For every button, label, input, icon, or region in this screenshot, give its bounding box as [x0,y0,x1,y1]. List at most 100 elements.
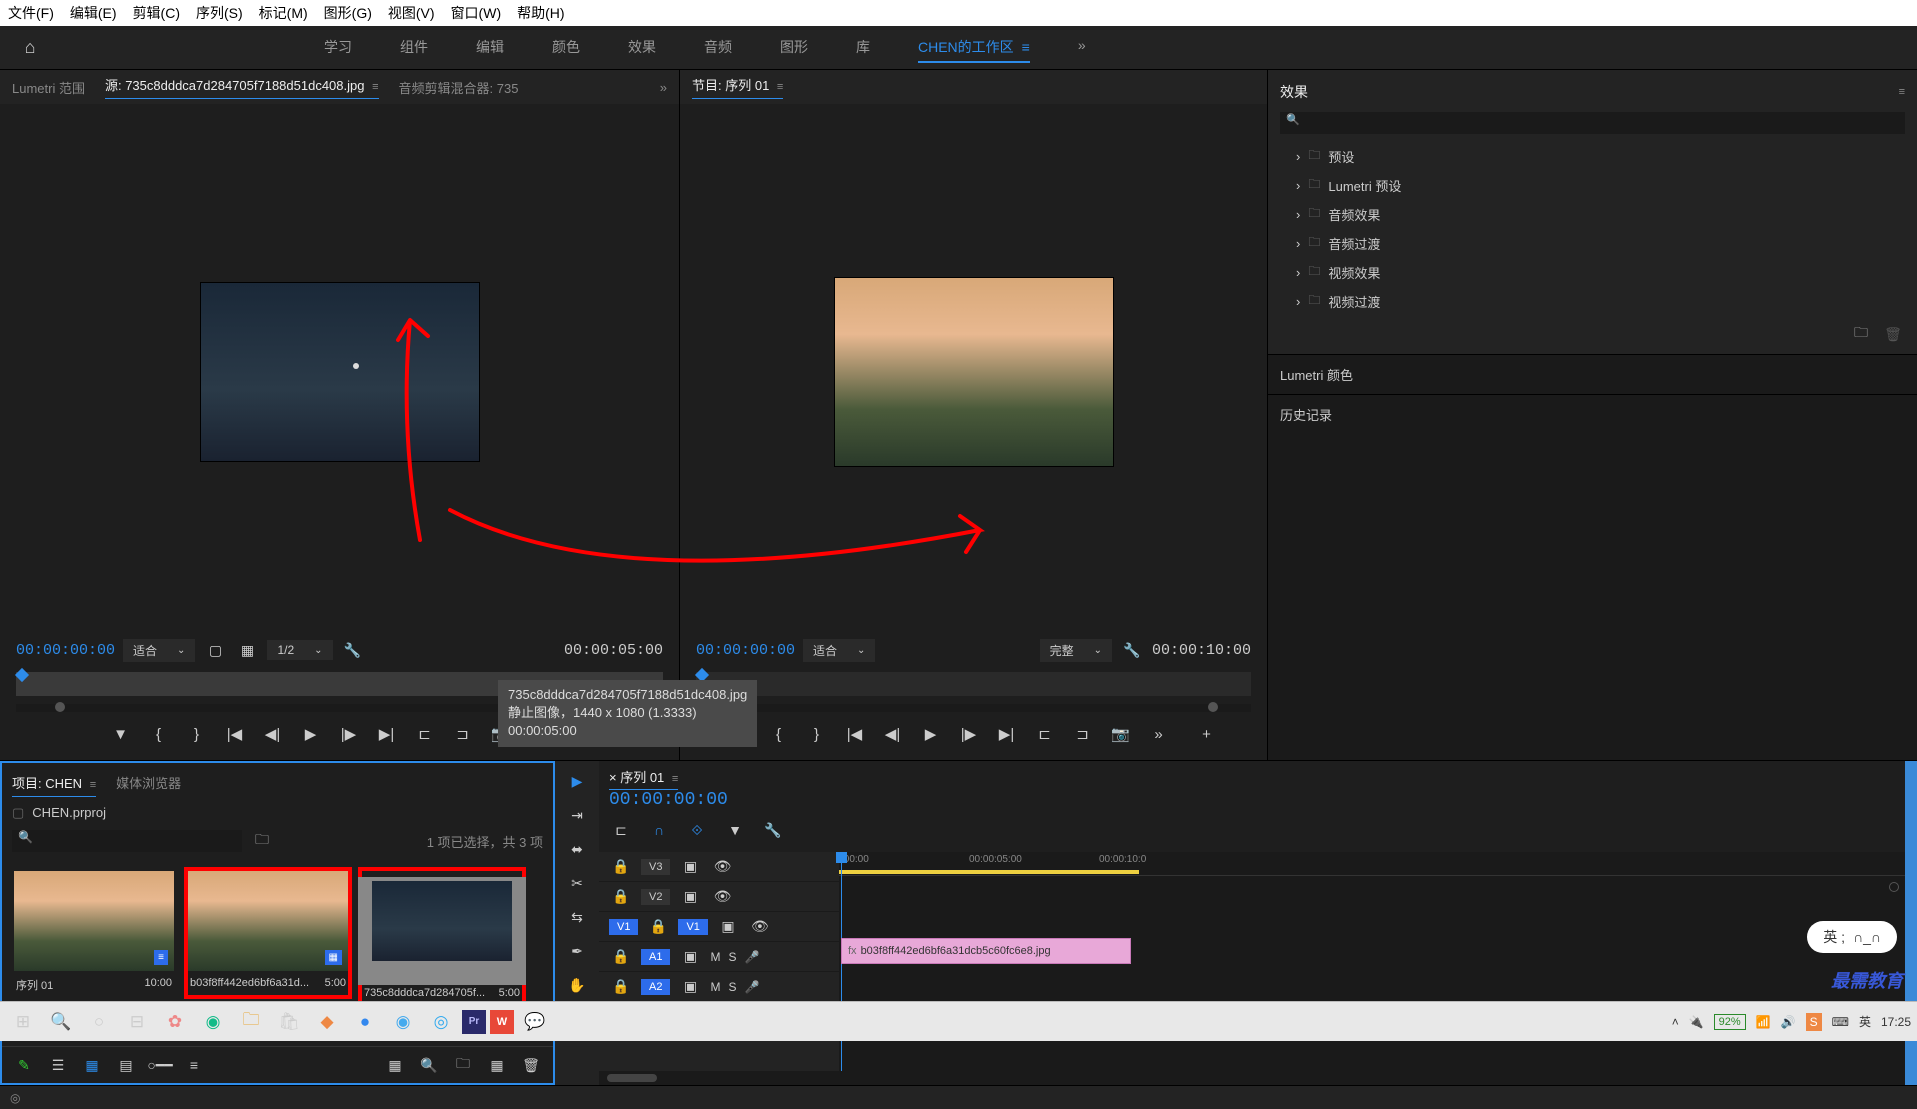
app-icon[interactable]: ✿ [158,1005,192,1039]
mark-out-icon[interactable]: } [185,722,209,746]
app-icon[interactable]: ● [348,1005,382,1039]
step-forward-icon[interactable]: |▶ [337,722,361,746]
toggle-output-icon[interactable]: ▣ [678,885,702,909]
tab-source[interactable]: 源: 735c8dddca7d284705f7188d51dc408.jpg ≡ [105,75,379,99]
list-view-icon[interactable]: ☰ [46,1053,70,1077]
tray-chevron-icon[interactable]: ˄ [1672,1015,1679,1029]
mic-icon[interactable]: 🎤 [744,950,759,964]
panel-menu-icon[interactable]: ≡ [372,81,378,93]
go-to-out-icon[interactable]: ▶| [375,722,399,746]
track-v2[interactable]: V2 [641,889,670,905]
wechat-icon[interactable]: 💬 [518,1005,552,1039]
tray-ime-icon[interactable]: S [1806,1013,1822,1031]
menu-edit[interactable]: 编辑(E) [70,3,117,23]
wrench-icon[interactable]: 🔧 [341,638,365,662]
search-icon[interactable]: 🔍 [44,1005,78,1039]
tray-input-icon[interactable]: ⌨ [1832,1015,1849,1029]
go-to-in-icon[interactable]: |◀ [223,722,247,746]
workspace-color[interactable]: 颜色 [552,33,580,63]
selection-tool-icon[interactable]: ▶ [563,769,591,793]
linked-selection-icon[interactable]: ⟐ [685,818,709,842]
effects-folder-audio-trans[interactable]: ›🗀音频过渡 [1280,229,1905,258]
premiere-icon[interactable]: Pr [462,1010,486,1034]
effects-folder-video-fx[interactable]: ›🗀视频效果 [1280,258,1905,287]
icon-view-icon[interactable]: ▦ [80,1053,104,1077]
battery-icon[interactable]: 🔌 [1689,1015,1704,1029]
workspace-custom[interactable]: CHEN的工作区≡ [918,33,1030,63]
trash-icon[interactable]: 🗑 [1881,322,1905,346]
timeline-clip[interactable]: fxb03f8ff442ed6bf6a31dcb5c60fc6e8.jpg [841,938,1131,964]
lock-icon[interactable]: 🔒 [609,855,633,879]
workspace-learn[interactable]: 学习 [324,33,352,63]
panel-menu-icon[interactable]: ≡ [1899,86,1905,98]
toggle-output-icon[interactable]: ▣ [678,975,702,999]
trash-icon[interactable]: 🗑 [519,1053,543,1077]
snap-icon[interactable]: ∩ [647,818,671,842]
nest-icon[interactable]: ⊏ [609,818,633,842]
wps-icon[interactable]: W [490,1010,514,1034]
panel-menu-icon[interactable]: ≡ [90,779,96,791]
tray-wifi-icon[interactable]: 📶 [1756,1015,1771,1029]
timeline-zoom-scrollbar[interactable] [607,1074,657,1082]
step-back-icon[interactable]: ◀| [881,722,905,746]
mute-icon[interactable]: M [710,950,720,964]
panel-menu-icon[interactable]: ≡ [777,81,783,93]
menu-graphics[interactable]: 图形(G) [324,3,372,23]
tray-volume-icon[interactable]: 🔊 [1781,1015,1796,1029]
project-search-input[interactable]: 🔍 [12,830,242,852]
program-zoom-dropdown[interactable]: 适合 [803,639,875,662]
effects-search-input[interactable] [1280,112,1905,134]
lock-icon[interactable]: 🔒 [609,975,633,999]
menu-window[interactable]: 窗口(W) [451,3,502,23]
program-zoom-bar[interactable] [696,704,1251,712]
start-icon[interactable]: ⊞ [6,1005,40,1039]
menu-file[interactable]: 文件(F) [8,3,54,23]
menu-marker[interactable]: 标记(M) [259,3,308,23]
workspace-libraries[interactable]: 库 [856,33,870,63]
lock-icon[interactable]: 🔒 [609,945,633,969]
menu-help[interactable]: 帮助(H) [517,3,564,23]
overwrite-icon[interactable]: ⊐ [451,722,475,746]
play-icon[interactable]: ▶ [919,722,943,746]
source-resolution-dropdown[interactable]: 1/2 [267,640,332,660]
ripple-tool-icon[interactable]: ⬌ [563,837,591,861]
play-icon[interactable]: ▶ [299,722,323,746]
tab-lumetri-scopes[interactable]: Lumetri 范围 [12,78,85,97]
auto-sequence-icon[interactable]: ▦ [383,1053,407,1077]
source-zoom-dropdown[interactable]: 适合 [123,639,195,662]
find-icon[interactable]: 🔍 [417,1053,441,1077]
explorer-icon[interactable]: 🗀 [234,1005,268,1039]
effects-folder-lumetri[interactable]: ›🗀Lumetri 预设 [1280,171,1905,200]
program-timecode-in[interactable]: 00:00:00:00 [696,642,795,659]
tab-program[interactable]: 节目: 序列 01 ≡ [692,75,783,99]
clock[interactable]: 17:25 [1881,1015,1911,1029]
creative-cloud-icon[interactable]: ◎ [10,1091,20,1105]
eye-icon[interactable]: 👁 [710,855,734,879]
marker-icon[interactable]: ▼ [723,818,747,842]
ime-indicator[interactable]: 英 [1859,1013,1871,1030]
track-v3[interactable]: V3 [641,859,670,875]
lock-icon[interactable]: 🔒 [646,915,670,939]
mute-icon[interactable]: M [710,980,720,994]
menu-sequence[interactable]: 序列(S) [196,3,243,23]
add-button-icon[interactable]: + [1195,722,1219,746]
effects-folder-presets[interactable]: ›🗀预设 [1280,142,1905,171]
safe-margins-icon[interactable]: ▢ [203,638,227,662]
tab-project[interactable]: 项目: CHEN ≡ [12,773,96,797]
settings-icon[interactable]: ▦ [235,638,259,662]
workspace-assembly[interactable]: 组件 [400,33,428,63]
app-icon[interactable]: ◉ [386,1005,420,1039]
workspace-audio[interactable]: 音频 [704,33,732,63]
effects-folder-audio-fx[interactable]: ›🗀音频效果 [1280,200,1905,229]
track-a1[interactable]: A1 [641,949,670,965]
menu-clip[interactable]: 剪辑(C) [133,3,180,23]
program-resolution-dropdown[interactable]: 完整 [1040,639,1112,662]
zoom-slider-icon[interactable]: ○━━ [148,1053,172,1077]
workspace-graphics[interactable]: 图形 [780,33,808,63]
solo-icon[interactable]: S [728,980,736,994]
razor-tool-icon[interactable]: ✂ [563,871,591,895]
lock-icon[interactable]: 🔒 [609,885,633,909]
task-view-icon[interactable]: ⊟ [120,1005,154,1039]
pencil-icon[interactable]: ✎ [12,1053,36,1077]
bin-item-clip-1[interactable]: ▦ b03f8ff442ed6bf6a31d...5:00 [188,871,348,995]
